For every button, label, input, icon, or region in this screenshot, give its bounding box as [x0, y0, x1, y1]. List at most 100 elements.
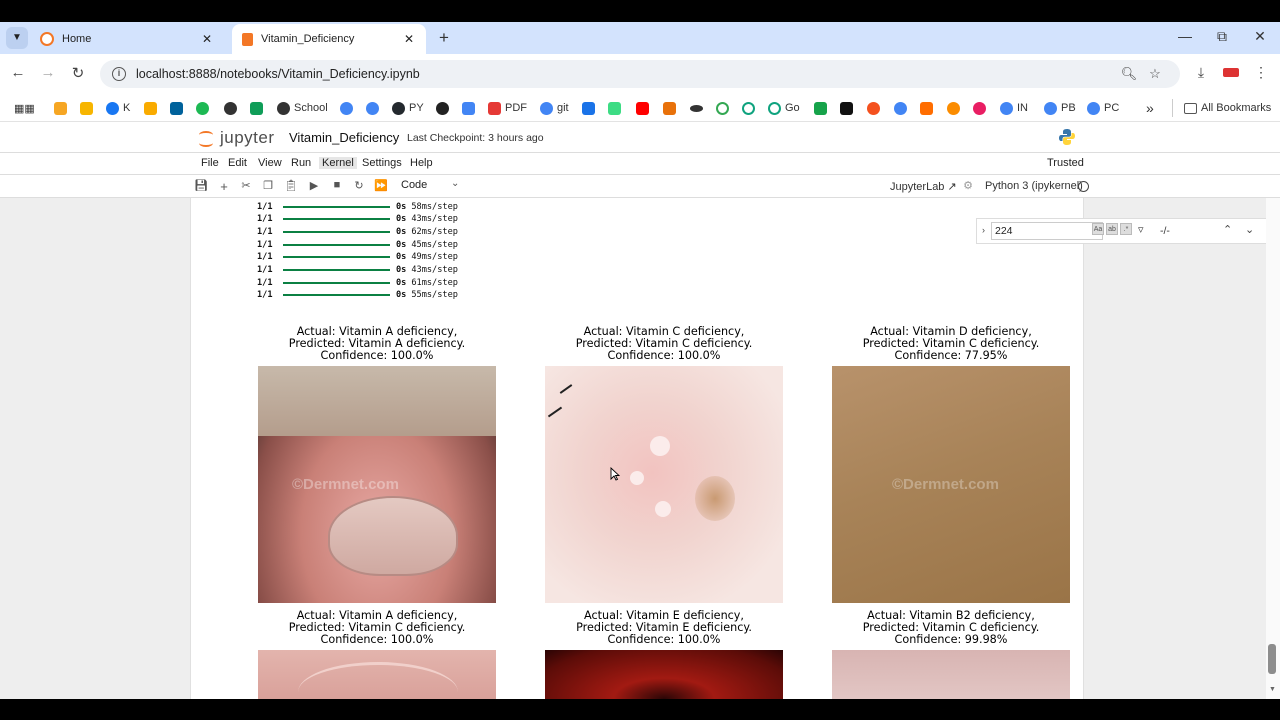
minimize-icon[interactable]: — [1175, 28, 1195, 44]
bookmark-copy-icon[interactable] [462, 99, 479, 117]
new-tab-icon[interactable]: + [434, 28, 454, 48]
page-scrollbar[interactable]: ▼ [1266, 198, 1280, 699]
bookmark-pdf[interactable]: PDF [488, 99, 527, 117]
paste-icon[interactable]: 📋︎ [283, 179, 299, 192]
chevron-down-icon[interactable]: ⌄ [1245, 223, 1254, 236]
chevron-right-icon[interactable]: › [982, 225, 985, 235]
bookmark-dark-c-icon[interactable] [840, 99, 857, 117]
hair-region [258, 366, 496, 436]
menu-settings[interactable]: Settings [362, 157, 402, 169]
match-case-icon[interactable]: Aa [1092, 223, 1104, 235]
google-icon [1044, 101, 1057, 115]
reload-icon[interactable]: ↻ [68, 64, 88, 82]
cell-type-select[interactable]: Code [401, 179, 427, 191]
scroll-down-arrow-icon[interactable]: ▼ [1269, 686, 1276, 693]
bookmark-heart-icon[interactable] [973, 99, 990, 117]
insert-cell-icon[interactable]: + [216, 179, 232, 194]
restart-run-all-icon[interactable]: ⏩ [373, 179, 389, 192]
bookmark-pb[interactable]: PB [1044, 99, 1076, 117]
bookmark-android-icon[interactable] [608, 99, 625, 117]
kernel-name[interactable]: Python 3 (ipykernel) [985, 180, 1083, 192]
bookmarks-divider [1172, 99, 1173, 117]
chevron-up-icon[interactable]: ⌃ [1223, 223, 1232, 236]
extension-icon[interactable] [1220, 64, 1242, 80]
run-icon[interactable]: ▶ [306, 179, 322, 192]
bookmark-z-icon[interactable] [663, 99, 680, 117]
bookmark-google-icon[interactable] [894, 99, 911, 117]
bookmark-star-icon[interactable]: ☆ [1142, 66, 1168, 82]
bookmark-school[interactable]: School [277, 99, 328, 117]
progress-log-line: 1/1 0s 61ms/step [257, 276, 458, 289]
restore-icon[interactable]: ⧉ [1212, 28, 1232, 45]
bookmark-py[interactable]: PY [392, 99, 424, 117]
bookmark-red-icon[interactable] [867, 99, 884, 117]
bookmark-label: git [557, 102, 569, 114]
bookmark-openai-icon[interactable] [742, 99, 759, 117]
restart-icon[interactable]: ↻ [351, 179, 367, 192]
bookmark-git[interactable]: git [540, 99, 569, 117]
url-text[interactable]: localhost:8888/notebooks/Vitamin_Deficie… [136, 67, 1116, 81]
tab-search-chevron-icon[interactable]: ▼ [6, 27, 28, 49]
bookmark-k[interactable]: K [106, 99, 130, 117]
all-bookmarks-button[interactable]: All Bookmarks [1184, 99, 1271, 117]
menu-kernel[interactable]: Kernel [319, 157, 357, 169]
bookmark-pc[interactable]: PC [1087, 99, 1119, 117]
bookmark-globe-icon[interactable] [224, 99, 241, 117]
save-icon[interactable]: 💾︎ [193, 179, 209, 192]
stop-icon[interactable]: ■ [329, 179, 345, 191]
search-input[interactable] [991, 222, 1103, 240]
bookmark-flame-icon[interactable] [80, 99, 97, 117]
bookmark-orange-icon[interactable] [947, 99, 964, 117]
close-icon[interactable]: ✕ [200, 32, 214, 46]
jupyter-logo[interactable]: jupyter [199, 128, 275, 148]
bookmark-dark-icon[interactable] [690, 99, 707, 117]
bookmark-google-icon[interactable] [366, 99, 383, 117]
bookmark-ring-icon[interactable] [716, 99, 733, 117]
notebook-title[interactable]: Vitamin_Deficiency [289, 130, 399, 145]
youtube-icon[interactable] [636, 99, 653, 117]
bookmark-arrow-icon[interactable] [54, 99, 71, 117]
scrollbar-thumb[interactable] [1268, 644, 1276, 674]
bookmark-in[interactable]: IN [1000, 99, 1028, 117]
whole-word-icon[interactable]: ab [1106, 223, 1118, 235]
bookmark-triangle-icon[interactable] [920, 99, 937, 117]
apps-grid-icon[interactable]: ▦▦ [14, 99, 35, 117]
more-bookmarks-icon[interactable]: » [1146, 99, 1154, 117]
gear-icon[interactable]: ⚙ [960, 179, 976, 192]
tab-vitamin-deficiency[interactable]: Vitamin_Deficiency ✕ [232, 24, 426, 54]
chevron-down-icon[interactable]: ⌄ [451, 178, 459, 189]
address-bar[interactable]: i localhost:8888/notebooks/Vitamin_Defic… [100, 60, 1180, 88]
elapsed-seconds: 0s [396, 265, 407, 275]
close-icon[interactable]: ✕ [402, 32, 416, 46]
copy-icon[interactable]: ❐ [260, 179, 276, 192]
menu-run[interactable]: Run [291, 157, 311, 169]
filter-icon[interactable]: ▿ [1138, 223, 1144, 236]
bookmark-analytics-icon[interactable] [144, 99, 161, 117]
bookmark-green-icon[interactable] [196, 99, 213, 117]
forward-icon[interactable]: → [38, 64, 58, 81]
bookmark-ieee-icon[interactable] [170, 99, 187, 117]
zoom-icon[interactable]: 🔍︎ [1116, 66, 1142, 82]
menu-file[interactable]: File [201, 157, 219, 169]
window-close-icon[interactable]: ✕ [1250, 28, 1270, 45]
jupyterlab-link[interactable]: JupyterLab ↗ [890, 180, 957, 193]
trusted-indicator[interactable]: Trusted [1047, 157, 1084, 169]
bookmark-go[interactable]: Go [768, 99, 800, 117]
menu-edit[interactable]: Edit [228, 157, 247, 169]
elapsed-seconds: 0s [396, 201, 407, 212]
bookmark-blue-icon[interactable] [582, 99, 599, 117]
menu-kebab-icon[interactable]: ⋮ [1250, 64, 1272, 81]
bookmark-google-icon[interactable] [340, 99, 357, 117]
tab-home[interactable]: Home ✕ [30, 24, 224, 54]
bookmark-plus-icon[interactable] [250, 99, 267, 117]
menu-help[interactable]: Help [410, 157, 433, 169]
bookmark-green-z-icon[interactable] [814, 99, 831, 117]
jupyter-favicon-icon [40, 32, 54, 46]
bookmark-chatgpt-icon[interactable] [436, 99, 453, 117]
site-info-icon[interactable]: i [112, 67, 126, 81]
back-icon[interactable]: ← [8, 64, 28, 81]
regex-icon[interactable]: .* [1120, 223, 1132, 235]
menu-view[interactable]: View [258, 157, 282, 169]
cut-icon[interactable]: ✂ [238, 179, 254, 192]
download-icon[interactable]: ⤓ [1190, 64, 1212, 81]
